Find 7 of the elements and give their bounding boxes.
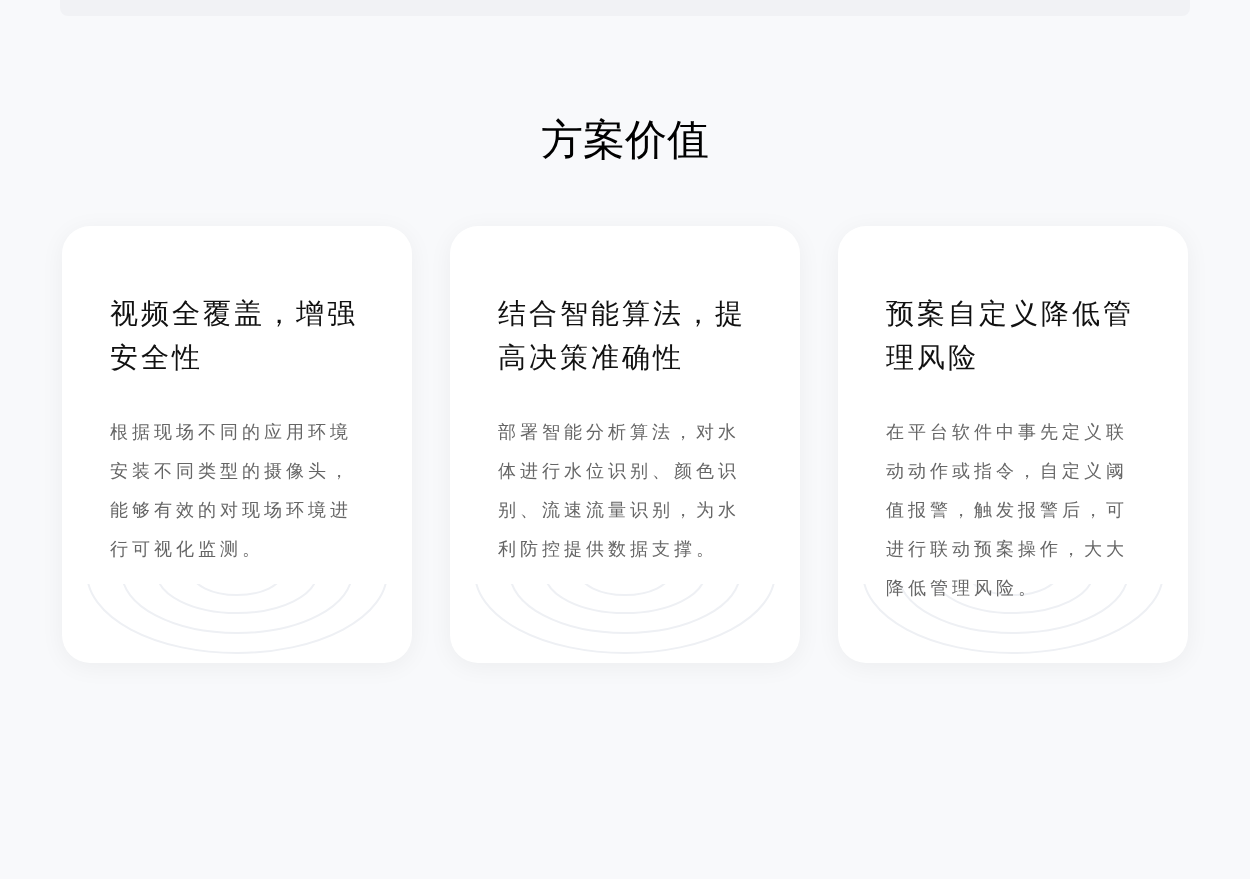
card-title: 结合智能算法，提高决策准确性: [498, 296, 747, 376]
card-title: 预案自定义降低管理风险: [886, 296, 1135, 376]
section-title: 方案价值: [541, 114, 709, 166]
card-description: 根据现场不同的应用环境安装不同类型的摄像头，能够有效的对现场环境进行可视化监测。: [110, 420, 353, 561]
card-description: 部署智能分析算法，对水体进行水位识别、颜色识别、流速流量识别，为水利防控提供数据支撑。: [498, 420, 741, 561]
card-description: 在平台软件中事先定义联动动作或指令，自定义阈值报警，触发报警后，可进行联动预案操作，大大降低管理风险。: [886, 420, 1129, 600]
card-title: 视频全覆盖，增强安全性: [110, 296, 359, 376]
